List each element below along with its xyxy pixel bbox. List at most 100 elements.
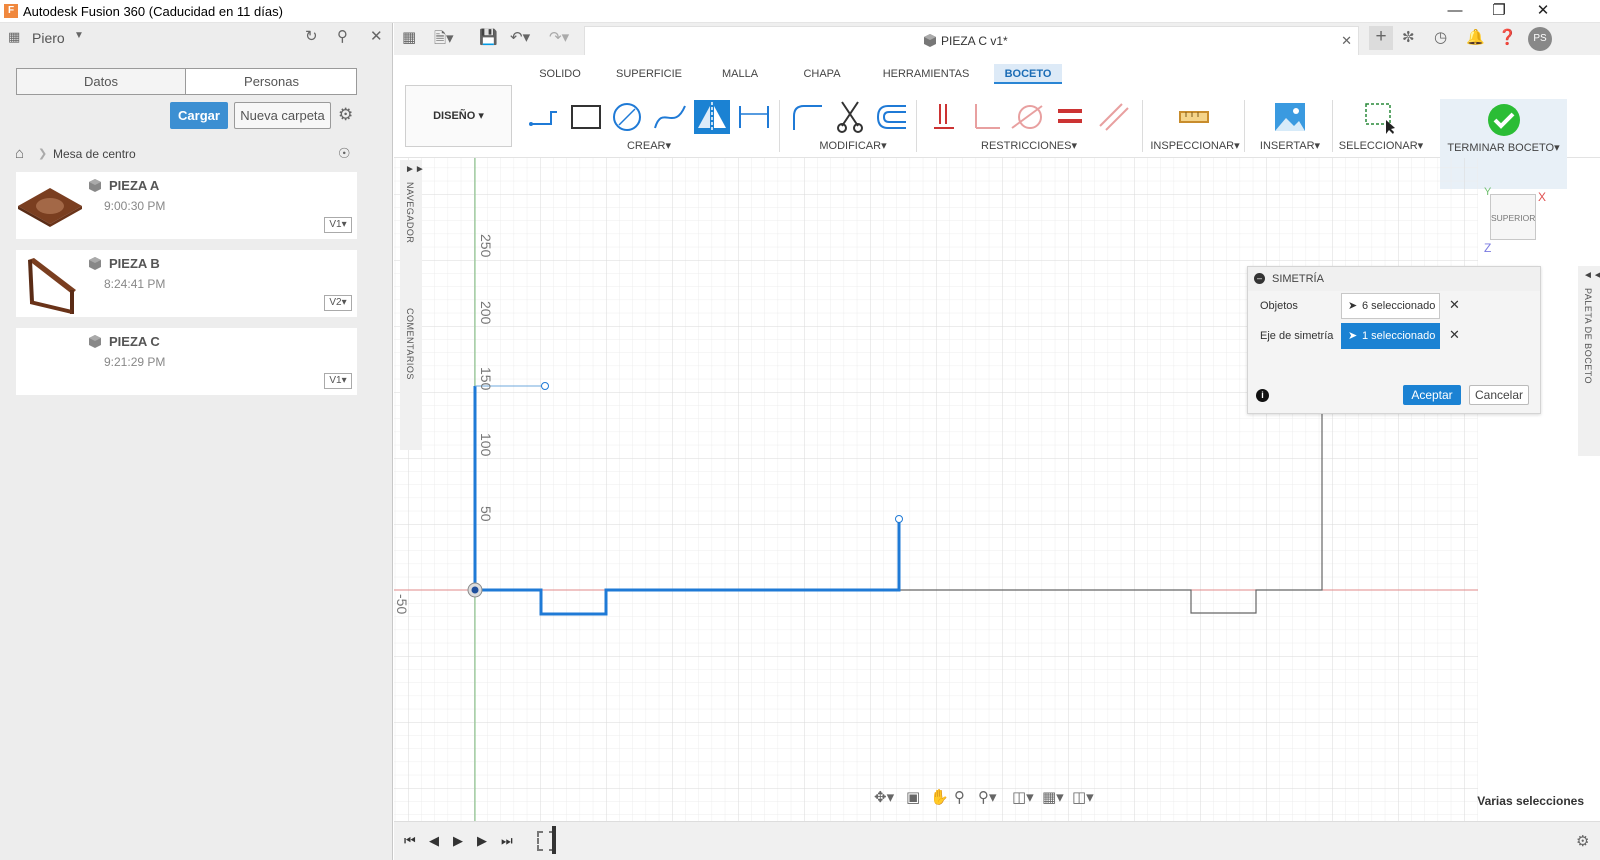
fix-constraint-icon[interactable] — [926, 100, 962, 134]
measure-icon[interactable] — [1176, 100, 1212, 134]
timeline-settings-icon[interactable]: ⚙ — [1576, 832, 1589, 850]
viewcube-face[interactable]: SUPERIOR — [1490, 194, 1536, 240]
close-tab-icon[interactable]: ✕ — [1341, 33, 1352, 49]
user-name[interactable]: Piero — [32, 30, 65, 46]
viewports-icon[interactable]: ◫▾ — [1072, 788, 1094, 806]
clear-axis-icon[interactable]: ✕ — [1449, 327, 1460, 343]
version-badge[interactable]: V1▾ — [324, 217, 352, 233]
sketch-point[interactable] — [895, 515, 903, 523]
sketch-palette-label[interactable]: PALETA DE BOCETO — [1583, 288, 1593, 384]
redo-icon[interactable]: ↷▾ — [549, 28, 569, 46]
sketch-palette-strip[interactable]: ◄◄ PALETA DE BOCETO — [1578, 266, 1600, 456]
axis-selection[interactable]: ➤ 1 seleccionado — [1341, 323, 1440, 349]
navigator-label[interactable]: NAVEGADOR — [405, 182, 415, 243]
group-inspect[interactable]: INSPECCIONAR▾ — [1150, 139, 1240, 152]
document-tab[interactable]: PIEZA C v1* ✕ — [584, 26, 1359, 55]
circle-tool-icon[interactable] — [609, 100, 645, 134]
step-back-icon[interactable]: ◀ — [429, 833, 439, 849]
info-icon[interactable]: i — [1256, 389, 1269, 402]
undo-icon[interactable]: ↶▾ — [510, 28, 530, 46]
group-select[interactable]: SELECCIONAR▾ — [1336, 139, 1426, 152]
list-item[interactable]: PIEZA B 8:24:41 PM V2▾ — [16, 250, 357, 317]
trim-scissors-icon[interactable] — [832, 100, 868, 134]
grid-apps-icon[interactable]: ▦ — [8, 29, 20, 45]
list-item[interactable]: PIEZA C 9:21:29 PM V1▾ — [16, 328, 357, 395]
orbit-icon[interactable]: ✥▾ — [874, 788, 894, 806]
close-panel-icon[interactable]: ✕ — [370, 27, 383, 45]
close-icon[interactable]: ✕ — [1520, 0, 1566, 23]
display-settings-icon[interactable]: ◫▾ — [1012, 788, 1034, 806]
group-constraints[interactable]: RESTRICCIONES▾ — [974, 139, 1084, 152]
save-icon[interactable]: 💾 — [479, 28, 498, 46]
timeline-marker[interactable] — [552, 826, 556, 854]
fillet-tool-icon[interactable] — [790, 100, 826, 134]
tab-malla[interactable]: MALLA — [712, 64, 768, 84]
clear-objects-icon[interactable]: ✕ — [1449, 297, 1460, 313]
list-item[interactable]: PIEZA A 9:00:30 PM V1▾ — [16, 172, 357, 239]
collapse-icon[interactable]: – — [1254, 273, 1265, 284]
workspace-selector[interactable]: DISEÑO ▾ — [405, 85, 512, 147]
viewcube[interactable]: Y X SUPERIOR Z — [1484, 186, 1546, 256]
select-window-icon[interactable] — [1362, 100, 1398, 134]
cancel-button[interactable]: Cancelar — [1469, 385, 1529, 405]
pan-icon[interactable]: ✋ — [930, 788, 949, 806]
tab-herramientas[interactable]: HERRAMIENTAS — [880, 64, 972, 84]
sketch-canvas[interactable]: ►► NAVEGADOR COMENTARIOS 250 200 150 100… — [394, 158, 1600, 821]
dialog-header[interactable]: – SIMETRÍA — [1248, 267, 1540, 291]
home-icon[interactable]: ⌂ — [15, 145, 24, 162]
comments-label[interactable]: COMENTARIOS — [405, 308, 415, 380]
grid-apps-icon[interactable]: ▦ — [402, 28, 416, 46]
rectangle-tool-icon[interactable] — [568, 100, 604, 134]
breadcrumb[interactable]: Mesa de centro — [53, 147, 136, 161]
spline-tool-icon[interactable] — [652, 100, 688, 134]
minimize-icon[interactable]: — — [1432, 0, 1478, 23]
group-create[interactable]: CREAR▾ — [614, 139, 684, 152]
expand-icon[interactable]: ►► — [405, 164, 425, 175]
search-icon[interactable]: ⚲ — [337, 27, 348, 45]
play-icon[interactable]: ▶ — [453, 833, 463, 849]
tab-datos[interactable]: Datos — [17, 69, 186, 94]
go-to-end-icon[interactable]: ⏭ — [501, 833, 513, 849]
chevron-down-icon[interactable]: ▼ — [74, 30, 84, 41]
go-to-start-icon[interactable]: ⏮ — [404, 833, 416, 849]
offset-tool-icon[interactable] — [874, 100, 910, 134]
grid-settings-icon[interactable]: ▦▾ — [1042, 788, 1064, 806]
new-tab-icon[interactable]: + — [1369, 26, 1393, 50]
version-badge[interactable]: V2▾ — [324, 295, 352, 311]
tab-superficie[interactable]: SUPERFICIE — [614, 64, 684, 84]
zoom-window-icon[interactable]: ⚲▾ — [978, 788, 997, 806]
line-tool-icon[interactable] — [525, 100, 561, 134]
notifications-icon[interactable]: 🔔 — [1466, 28, 1485, 46]
accept-button[interactable]: Aceptar — [1403, 385, 1461, 405]
help-icon[interactable]: ❓ — [1498, 28, 1517, 46]
sketch-point[interactable] — [541, 382, 549, 390]
tab-boceto[interactable]: BOCETO — [994, 64, 1062, 84]
insert-image-icon[interactable] — [1272, 100, 1308, 134]
file-menu-icon[interactable]: 🗎▾ — [434, 28, 454, 53]
gear-icon[interactable]: ⚙ — [338, 105, 353, 125]
expand-icon[interactable]: ◄◄ — [1583, 270, 1600, 281]
zoom-icon[interactable]: ⚲ — [954, 788, 965, 806]
equal-constraint-icon[interactable] — [1052, 100, 1088, 134]
navigator-strip[interactable]: ►► NAVEGADOR COMENTARIOS — [400, 160, 425, 450]
mirror-tool-icon[interactable] — [694, 100, 730, 134]
objects-selection[interactable]: ➤ 6 seleccionado — [1341, 293, 1440, 319]
refresh-icon[interactable]: ↻ — [305, 27, 318, 45]
group-insert[interactable]: INSERTAR▾ — [1250, 139, 1330, 152]
avatar[interactable]: PS — [1528, 27, 1552, 51]
tab-chapa[interactable]: CHAPA — [794, 64, 850, 84]
parallel-constraint-icon[interactable] — [1096, 100, 1132, 134]
dimension-tool-icon[interactable] — [736, 100, 772, 134]
new-folder-button[interactable]: Nueva carpeta — [234, 102, 331, 129]
group-modify[interactable]: MODIFICAR▾ — [808, 139, 898, 152]
version-badge[interactable]: V1▾ — [324, 373, 352, 389]
step-forward-icon[interactable]: ▶ — [477, 833, 487, 849]
restore-icon[interactable]: ❐ — [1476, 0, 1522, 23]
tab-solido[interactable]: SOLIDO — [532, 64, 588, 84]
tangent-constraint-icon[interactable] — [1010, 100, 1046, 134]
look-at-icon[interactable]: ▣ — [906, 788, 920, 806]
perpendicular-constraint-icon[interactable] — [968, 100, 1004, 134]
extensions-icon[interactable]: ✼ — [1402, 28, 1415, 46]
job-status-icon[interactable]: ◷ — [1434, 28, 1447, 46]
upload-button[interactable]: Cargar — [170, 102, 228, 129]
